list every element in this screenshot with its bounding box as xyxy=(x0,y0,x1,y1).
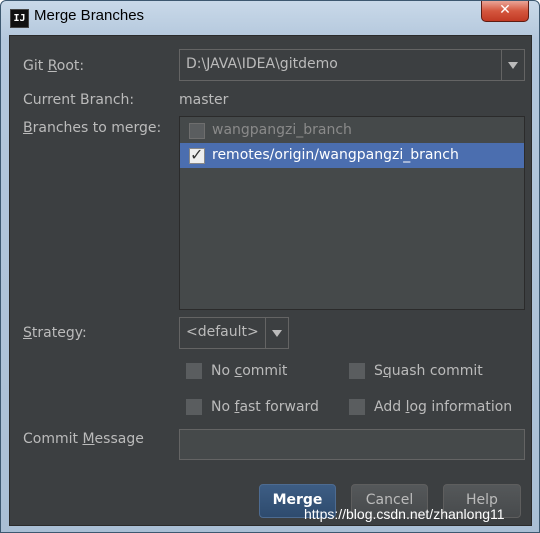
checkbox-box[interactable] xyxy=(349,363,365,379)
list-item[interactable]: remotes/origin/wangpangzi_branch xyxy=(180,143,524,168)
close-button[interactable]: ✕ xyxy=(481,1,529,22)
strategy-label: Strategy: xyxy=(23,325,87,341)
intellij-app-icon: IJ xyxy=(10,9,29,28)
commit-message-field[interactable] xyxy=(179,429,525,460)
merge-branches-dialog: IJ Merge Branches ✕ Git Root: D:\JAVA\ID… xyxy=(0,0,540,533)
checkbox-box[interactable] xyxy=(349,399,365,415)
watermark: https://blog.csdn.net/zhanlong11 xyxy=(304,506,505,522)
dialog-content: Git Root: D:\JAVA\IDEA\gitdemo Current B… xyxy=(9,35,532,526)
git-root-label: Git Root: xyxy=(23,58,85,74)
no-commit-label: No commit xyxy=(211,363,288,379)
squash-commit-label: Squash commit xyxy=(374,363,483,379)
commit-message-label: Commit Message xyxy=(23,431,144,447)
current-branch-value: master xyxy=(179,92,229,108)
no-fast-forward-label: No fast forward xyxy=(211,399,319,415)
checkbox-box[interactable] xyxy=(186,363,202,379)
branch-label: remotes/origin/wangpangzi_branch xyxy=(212,147,459,163)
git-root-value: D:\JAVA\IDEA\gitdemo xyxy=(186,56,338,72)
branches-to-merge-label: Branches to merge: xyxy=(23,120,162,136)
title-bar[interactable]: IJ Merge Branches ✕ xyxy=(1,1,539,35)
chevron-down-icon[interactable] xyxy=(265,318,288,348)
branch-checkbox[interactable] xyxy=(189,145,205,164)
branch-label: wangpangzi_branch xyxy=(212,122,352,138)
strategy-value: <default> xyxy=(186,324,259,340)
strategy-combo[interactable]: <default> xyxy=(179,317,289,349)
git-root-combo[interactable]: D:\JAVA\IDEA\gitdemo xyxy=(179,49,525,81)
list-item[interactable]: wangpangzi_branch xyxy=(180,118,524,143)
add-log-information-label: Add log information xyxy=(374,399,513,415)
branch-checkbox[interactable] xyxy=(189,123,205,139)
checkbox-box[interactable] xyxy=(186,399,202,415)
current-branch-label: Current Branch: xyxy=(23,92,135,108)
window-title: Merge Branches xyxy=(34,7,145,24)
branches-list[interactable]: wangpangzi_branch remotes/origin/wangpan… xyxy=(179,116,525,310)
chevron-down-icon[interactable] xyxy=(501,50,524,80)
